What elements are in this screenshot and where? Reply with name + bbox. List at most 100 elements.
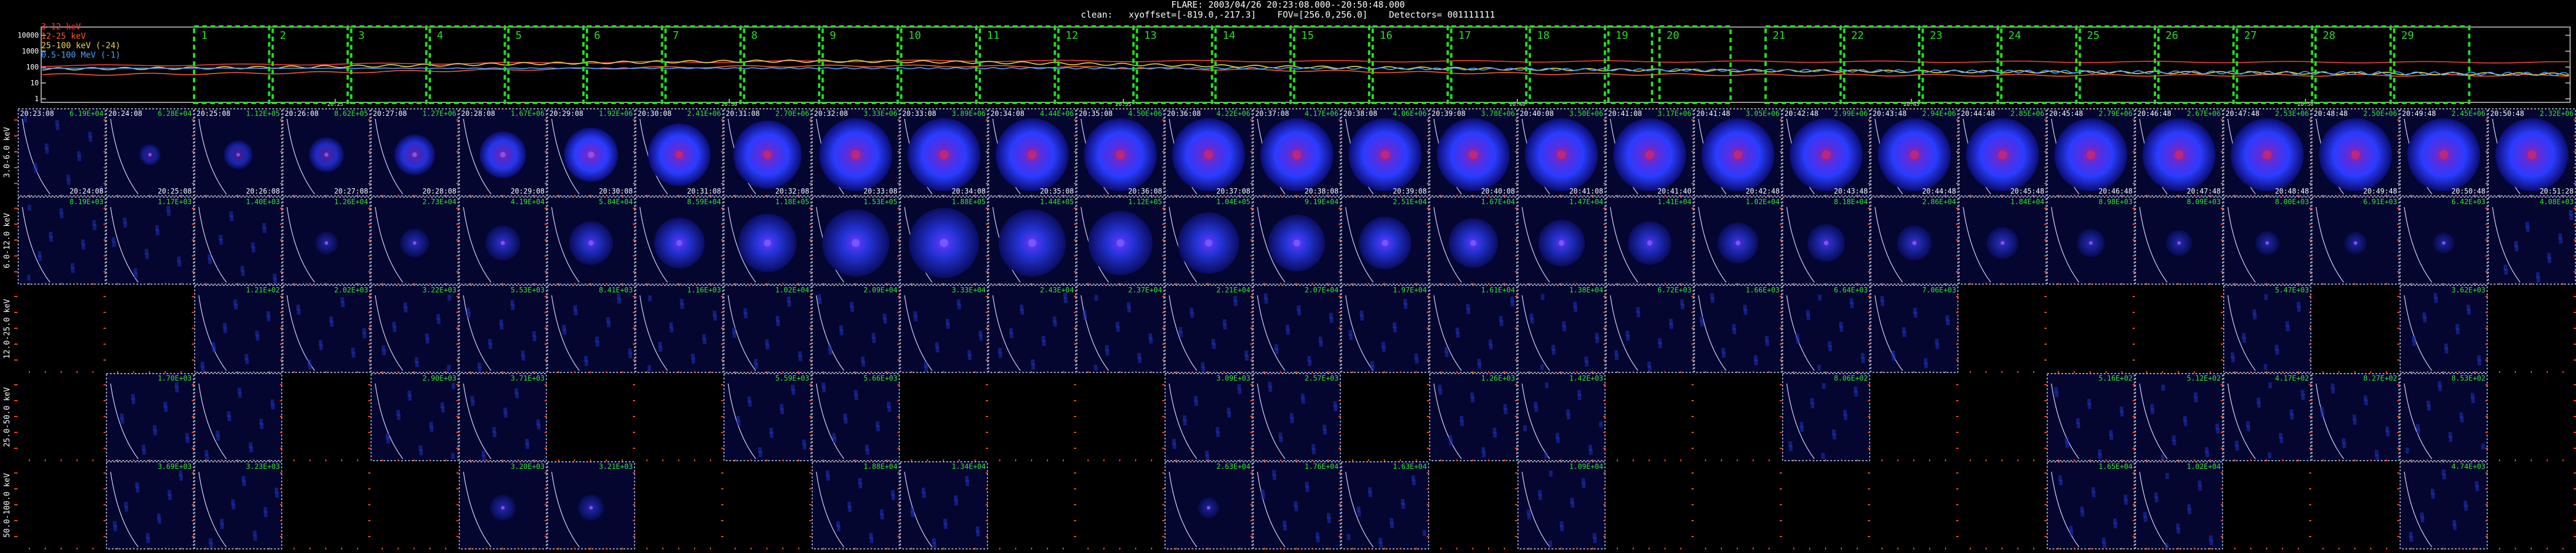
image-cell[interactable] [2488, 285, 2576, 373]
image-cell[interactable]: 8.19E+03 [18, 196, 106, 285]
image-cell[interactable]: 2.21E+04 [1164, 285, 1253, 373]
image-cell[interactable]: 3.33E+04 [900, 285, 988, 373]
image-cell[interactable]: 3.05E+06 20:41:48 20:42:48 [1694, 108, 1782, 196]
image-cell[interactable]: 1.53E+05 [812, 196, 900, 285]
image-cell[interactable]: 2.99E+06 20:42:48 20:43:48 [1782, 108, 1870, 196]
image-cell[interactable]: 2.09E+04 [812, 285, 900, 373]
image-cell[interactable] [1958, 373, 2047, 461]
image-cell[interactable]: 8.27E+02 [2311, 373, 2400, 461]
image-cell[interactable]: 2.73E+04 [371, 196, 459, 285]
image-cell[interactable]: 2.50E+06 20:48:48 20:49:48 [2311, 108, 2400, 196]
image-cell[interactable]: 6.28E+04 20:24:08 20:25:08 [106, 108, 194, 196]
image-cell[interactable]: 1.61E+04 [1429, 285, 1517, 373]
image-cell[interactable]: 1.12E+05 [1076, 196, 1164, 285]
image-cell[interactable]: 1.42E+03 [1517, 373, 1606, 461]
image-cell[interactable]: 8.06E+02 [1782, 373, 1870, 461]
image-cell[interactable]: 2.90E+03 [371, 373, 459, 461]
image-cell[interactable] [1958, 461, 2047, 549]
image-cell[interactable]: 3.17E+06 20:41:08 20:41:40 [1606, 108, 1694, 196]
image-cell[interactable]: 7.06E+03 [1870, 285, 1958, 373]
image-cell[interactable] [1429, 461, 1517, 549]
image-cell[interactable]: 5.12E+02 [2135, 373, 2223, 461]
image-cell[interactable]: 1.12E+05 20:25:08 20:26:08 [194, 108, 282, 196]
image-cell[interactable]: 2.32E+06 20:50:48 20:51:28 [2488, 108, 2576, 196]
image-cell[interactable]: 1.67E+06 20:28:08 20:29:08 [459, 108, 547, 196]
image-cell[interactable] [18, 285, 106, 373]
image-cell[interactable]: 1.40E+03 [194, 196, 282, 285]
image-cell[interactable] [2135, 285, 2223, 373]
image-cell[interactable]: 2.57E+03 [1253, 373, 1341, 461]
image-cell[interactable]: 1.21E+02 [194, 285, 282, 373]
image-cell[interactable] [1694, 373, 1782, 461]
image-cell[interactable]: 1.88E+04 [812, 461, 900, 549]
image-cell[interactable]: 1.76E+04 [1253, 461, 1341, 549]
image-cell[interactable]: 1.04E+05 [1164, 196, 1253, 285]
image-cell[interactable] [282, 461, 371, 549]
image-cell[interactable]: 5.66E+03 [812, 373, 900, 461]
image-cell[interactable] [2047, 285, 2135, 373]
image-cell[interactable]: 1.66E+03 [1694, 285, 1782, 373]
image-cell[interactable] [2488, 373, 2576, 461]
image-cell[interactable]: 1.02E+04 [2135, 461, 2223, 549]
image-cell[interactable] [1606, 461, 1694, 549]
image-cell[interactable]: 4.44E+06 20:34:08 20:35:08 [988, 108, 1076, 196]
image-cell[interactable]: 2.07E+04 [1253, 285, 1341, 373]
image-cell[interactable]: 1.67E+04 [1429, 196, 1517, 285]
image-cell[interactable] [106, 285, 194, 373]
image-cell[interactable]: 8.98E+03 [2047, 196, 2135, 285]
image-cell[interactable]: 3.09E+03 [1164, 373, 1253, 461]
image-cell[interactable] [1782, 461, 1870, 549]
image-cell[interactable]: 2.53E+06 20:47:48 20:48:48 [2223, 108, 2311, 196]
image-cell[interactable] [988, 461, 1076, 549]
image-cell[interactable] [2311, 285, 2400, 373]
image-cell[interactable]: 3.50E+06 20:40:08 20:41:08 [1517, 108, 1606, 196]
image-cell[interactable] [1606, 373, 1694, 461]
image-cell[interactable]: 1.47E+04 [1517, 196, 1606, 285]
image-cell[interactable]: 4.17E+06 20:37:08 20:38:08 [1253, 108, 1341, 196]
image-cell[interactable]: 3.62E+03 [2400, 285, 2488, 373]
image-cell[interactable]: 8.18E+04 [1782, 196, 1870, 285]
image-cell[interactable] [635, 373, 723, 461]
image-cell[interactable]: 1.41E+04 [1606, 196, 1694, 285]
image-cell[interactable]: 3.71E+03 [459, 373, 547, 461]
image-cell[interactable]: 8.41E+03 [547, 285, 635, 373]
image-cell[interactable]: 2.85E+06 20:44:48 20:45:48 [1958, 108, 2047, 196]
image-cell[interactable]: 5.84E+04 [547, 196, 635, 285]
image-cell[interactable] [547, 373, 635, 461]
image-cell[interactable]: 2.41E+06 20:30:08 20:31:08 [635, 108, 723, 196]
image-cell[interactable]: 9.19E+04 [1253, 196, 1341, 285]
image-cell[interactable]: 1.26E+03 [1429, 373, 1517, 461]
image-cell[interactable] [1076, 461, 1164, 549]
image-cell[interactable]: 1.92E+06 20:29:08 20:30:08 [547, 108, 635, 196]
image-cell[interactable] [1341, 373, 1429, 461]
image-cell[interactable]: 2.45E+06 20:49:48 20:50:48 [2400, 108, 2488, 196]
image-cell[interactable] [2223, 461, 2311, 549]
image-cell[interactable]: 1.97E+04 [1341, 285, 1429, 373]
image-cell[interactable] [2488, 461, 2576, 549]
image-cell[interactable] [18, 461, 106, 549]
image-cell[interactable]: 2.51E+04 [1341, 196, 1429, 285]
image-cell[interactable]: 8.53E+02 [2400, 373, 2488, 461]
image-cell[interactable] [18, 373, 106, 461]
image-cell[interactable]: 4.74E+03 [2400, 461, 2488, 549]
image-cell[interactable]: 3.23E+03 [194, 461, 282, 549]
image-cell[interactable]: 3.20E+03 [459, 461, 547, 549]
image-cell[interactable]: 3.33E+06 20:32:08 20:33:08 [812, 108, 900, 196]
image-cell[interactable]: 6.91E+03 [2311, 196, 2400, 285]
image-cell[interactable]: 6.19E+04 20:23:08 20:24:08 [18, 108, 106, 196]
image-cell[interactable]: 6.42E+03 [2400, 196, 2488, 285]
image-cell[interactable] [635, 461, 723, 549]
image-cell[interactable] [1870, 461, 1958, 549]
image-cell[interactable]: 2.67E+06 20:46:48 20:47:48 [2135, 108, 2223, 196]
image-cell[interactable] [900, 373, 988, 461]
image-cell[interactable]: 1.34E+04 [900, 461, 988, 549]
image-cell[interactable]: 1.17E+03 [106, 196, 194, 285]
image-cell[interactable]: 2.86E+04 [1870, 196, 1958, 285]
image-cell[interactable]: 4.08E+03 [2488, 196, 2576, 285]
image-cell[interactable]: 1.16E+03 [635, 285, 723, 373]
image-cell[interactable]: 1.27E+06 20:27:08 20:28:08 [371, 108, 459, 196]
image-cell[interactable]: 5.16E+02 [2047, 373, 2135, 461]
image-cell[interactable]: 8.09E+03 [2135, 196, 2223, 285]
image-cell[interactable]: 2.43E+04 [988, 285, 1076, 373]
image-cell[interactable]: 2.02E+03 [282, 285, 371, 373]
